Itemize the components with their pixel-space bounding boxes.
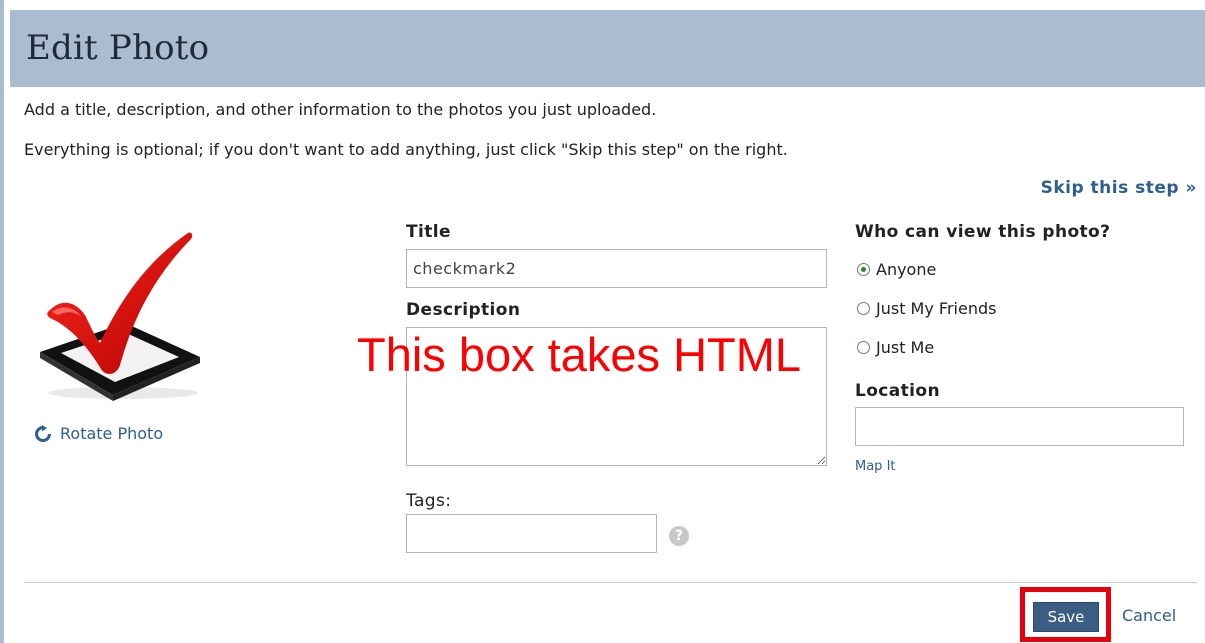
tags-label: Tags: <box>406 491 452 511</box>
tags-input[interactable] <box>406 514 657 553</box>
map-it-link[interactable]: Map It <box>855 459 896 474</box>
intro-text-2: Everything is optional; if you don't wan… <box>24 140 788 159</box>
rotate-icon <box>35 424 51 442</box>
visibility-option-label: Just Me <box>876 338 935 357</box>
page-header: Edit Photo <box>10 10 1205 87</box>
visibility-option-anyone[interactable]: Anyone <box>857 260 936 279</box>
cancel-link[interactable]: Cancel <box>1122 606 1176 625</box>
visibility-option-just-me[interactable]: Just Me <box>857 338 934 357</box>
description-label: Description <box>406 300 521 320</box>
page-title: Edit Photo <box>26 28 210 68</box>
title-label: Title <box>406 222 451 242</box>
title-input[interactable] <box>406 249 827 288</box>
location-label: Location <box>855 381 940 401</box>
visibility-option-label: Just My Friends <box>876 299 997 318</box>
radio-just-me[interactable] <box>857 341 870 354</box>
radio-anyone[interactable] <box>857 263 870 276</box>
photo-thumbnail <box>28 215 213 405</box>
checkmark-icon <box>40 232 200 401</box>
rotate-photo-link[interactable]: Rotate Photo <box>34 424 163 443</box>
location-input[interactable] <box>855 407 1184 446</box>
visibility-option-friends[interactable]: Just My Friends <box>857 299 996 318</box>
footer-divider <box>24 582 1197 583</box>
rotate-photo-label: Rotate Photo <box>60 424 164 443</box>
help-icon[interactable]: ? <box>669 526 689 546</box>
description-textarea[interactable] <box>406 327 827 466</box>
visibility-label: Who can view this photo? <box>855 222 1111 242</box>
radio-just-my-friends[interactable] <box>857 302 870 315</box>
visibility-option-label: Anyone <box>876 260 937 279</box>
intro-text-1: Add a title, description, and other info… <box>24 100 657 119</box>
left-border <box>0 0 4 643</box>
skip-step-link[interactable]: Skip this step » <box>1041 178 1197 198</box>
save-button[interactable]: Save <box>1033 602 1099 632</box>
